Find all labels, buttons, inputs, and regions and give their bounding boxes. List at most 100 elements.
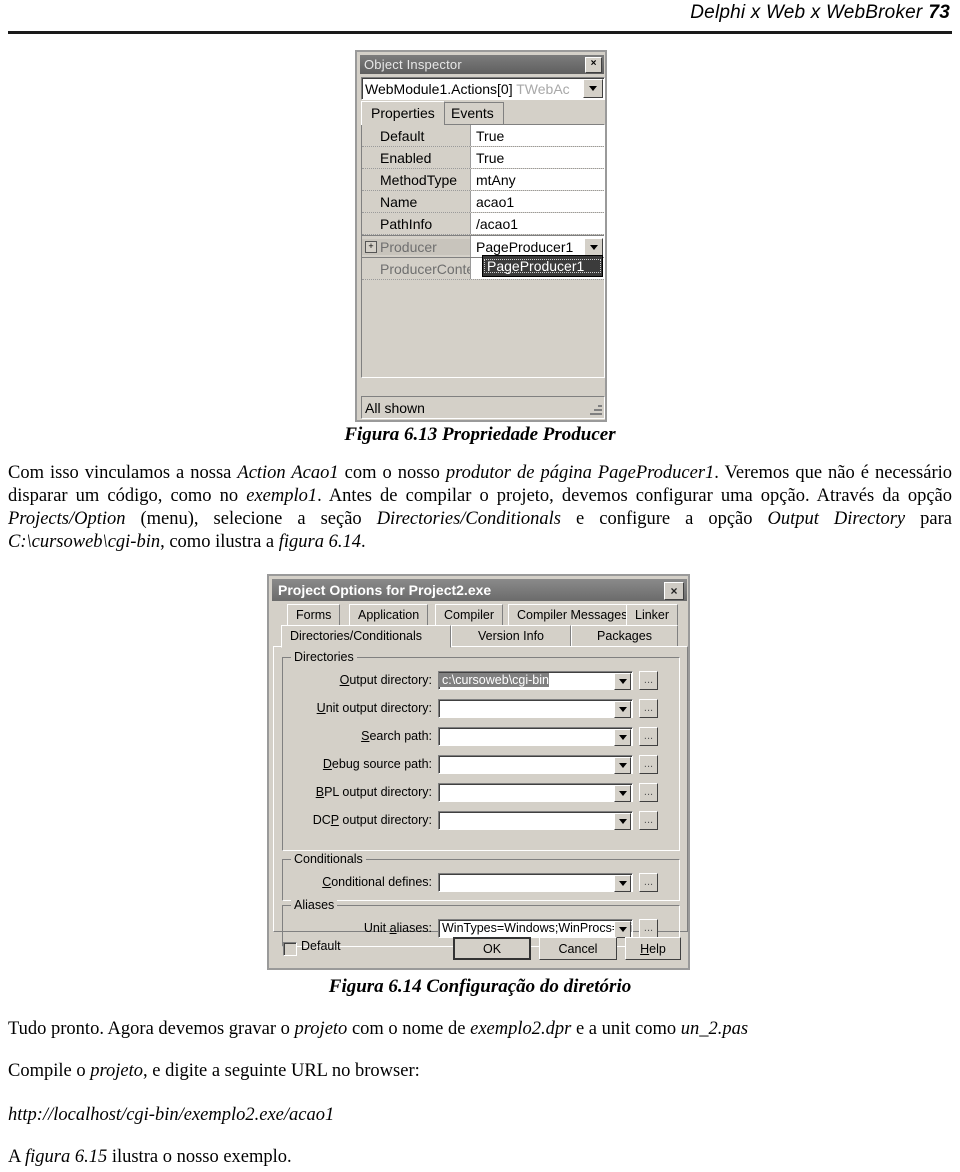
property-name: ProducerConte <box>380 260 470 277</box>
table-row[interactable]: Name acao1 <box>362 191 604 213</box>
tab-packages[interactable]: Packages <box>571 625 678 646</box>
text-segment: Tudo pronto. Agora devemos gravar o <box>8 1019 295 1039</box>
cancel-button[interactable]: Cancel <box>539 937 617 960</box>
property-name: Name <box>380 193 418 210</box>
object-selector-combo[interactable]: WebModule1.Actions[0] TWebAc <box>361 77 605 100</box>
unit-output-directory-label: Unit output directory: <box>316 701 432 715</box>
table-row[interactable]: MethodType mtAny <box>362 169 604 191</box>
conditional-defines-browse-button[interactable]: ... <box>639 872 658 892</box>
dcp-output-directory-browse-button[interactable]: ... <box>639 810 658 830</box>
property-value[interactable]: True <box>470 125 604 146</box>
text-segment: Com isso vinculamos a nossa <box>8 463 238 483</box>
resize-grip-icon[interactable] <box>588 402 602 416</box>
bpl-output-directory-label: BPL output directory: <box>315 785 432 799</box>
table-row[interactable]: Default True <box>362 125 604 147</box>
text-segment: C:\cursoweb\cgi-bin <box>8 532 161 552</box>
tab-events[interactable]: Events <box>441 102 504 125</box>
property-name: Producer <box>362 238 470 255</box>
text-segment: figura 6.15 <box>24 1147 108 1167</box>
chevron-down-icon[interactable] <box>614 812 631 830</box>
tab-linker[interactable]: Linker <box>626 604 679 625</box>
dialog-tab-strip: Forms Application Compiler Compiler Mess… <box>273 604 686 648</box>
dcp-output-directory-label: DCP output directory: <box>312 813 432 827</box>
property-value[interactable]: acao1 <box>470 191 604 212</box>
text-segment: Output Directory <box>767 509 906 529</box>
dialog-footer: Default OK Cancel Help <box>273 934 686 966</box>
chevron-down-icon[interactable] <box>614 756 631 774</box>
tab-compiler-messages[interactable]: Compiler Messages <box>508 604 637 625</box>
group-conditionals: Conditionals Conditional defines: ... <box>282 852 680 901</box>
debug-source-path-browse-button[interactable]: ... <box>639 754 658 774</box>
running-head: Delphi x Web x WebBroker 73 <box>690 2 950 24</box>
chevron-down-icon[interactable] <box>614 784 631 802</box>
property-name: Default <box>380 127 425 144</box>
property-name: Enabled <box>380 149 432 166</box>
figure-614-caption: Figura 6.14 Configuração do diretório <box>328 976 632 997</box>
text-segment: exemplo2.dpr <box>470 1019 572 1039</box>
tab-version-info[interactable]: Version Info <box>451 625 571 646</box>
property-grid: Default True Enabled True MethodType mtA… <box>361 124 605 378</box>
dcp-output-directory-combo[interactable] <box>438 810 633 830</box>
close-icon[interactable]: × <box>585 57 602 73</box>
chevron-down-icon[interactable] <box>584 238 603 256</box>
output-directory-combo[interactable]: c:\cursoweb\cgi-bin <box>438 670 633 690</box>
bpl-output-directory-combo[interactable] <box>438 782 633 802</box>
chevron-down-icon[interactable] <box>583 79 603 98</box>
paragraph-1: Com isso vinculamos a nossa Action Acao1… <box>8 462 952 554</box>
default-checkbox[interactable] <box>283 942 297 956</box>
unit-output-directory-combo[interactable] <box>438 698 633 718</box>
conditional-defines-label: Conditional defines: <box>322 875 432 889</box>
chevron-down-icon[interactable] <box>614 728 631 746</box>
tab-forms[interactable]: Forms <box>287 604 341 625</box>
producer-dropdown-list[interactable]: PageProducer1 <box>482 255 603 277</box>
object-selector-class: TWebAc <box>516 80 570 97</box>
tab-compiler[interactable]: Compiler <box>435 604 504 625</box>
text-segment: projeto <box>90 1061 143 1081</box>
group-conditionals-label: Conditionals <box>291 852 366 866</box>
text-segment: com o nome de <box>347 1019 471 1039</box>
text-segment: com o nosso <box>338 463 446 483</box>
tab-application[interactable]: Application <box>349 604 429 625</box>
help-button[interactable]: Help <box>625 937 681 960</box>
project-options-dialog: Project Options for Project2.exe × Forms… <box>267 574 690 970</box>
unit-aliases-label: Unit aliases: <box>363 921 432 935</box>
dialog-body: Directories Output directory: c:\cursowe… <box>273 646 688 947</box>
tab-directories-conditionals[interactable]: Directories/Conditionals <box>281 625 451 648</box>
search-path-combo[interactable] <box>438 726 633 746</box>
object-selector-object: WebModule1.Actions[0] <box>365 80 513 97</box>
property-name: MethodType <box>380 171 458 188</box>
text-segment: projeto <box>294 1019 348 1039</box>
property-value[interactable]: /acao1 <box>470 213 604 234</box>
text-segment: , como ilustra a <box>160 532 279 552</box>
conditional-defines-combo[interactable] <box>438 872 633 892</box>
unit-output-directory-browse-button[interactable]: ... <box>639 698 658 718</box>
close-icon[interactable]: × <box>664 582 684 600</box>
group-directories-label: Directories <box>291 650 357 664</box>
bpl-output-directory-browse-button[interactable]: ... <box>639 782 658 802</box>
ok-button[interactable]: OK <box>453 937 531 960</box>
property-value[interactable]: mtAny <box>470 169 604 190</box>
list-item[interactable]: PageProducer1 <box>483 258 602 274</box>
status-text: All shown <box>365 399 425 416</box>
text-segment: un_2.pas <box>680 1019 749 1039</box>
chevron-down-icon[interactable] <box>614 672 631 690</box>
expand-icon[interactable]: + <box>365 241 377 253</box>
debug-source-path-combo[interactable] <box>438 754 633 774</box>
chevron-down-icon[interactable] <box>614 874 631 892</box>
text-segment: ilustra o nosso exemplo. <box>107 1147 292 1167</box>
text-segment: A <box>8 1147 25 1167</box>
property-value[interactable]: True <box>470 147 604 168</box>
text-segment: Action Acao1 <box>237 463 339 483</box>
text-segment: (menu), selecione a seção <box>125 509 377 529</box>
table-row[interactable]: PathInfo /acao1 <box>362 213 604 235</box>
table-row[interactable]: Enabled True <box>362 147 604 169</box>
tab-properties[interactable]: Properties <box>361 101 445 125</box>
output-directory-browse-button[interactable]: ... <box>639 670 658 690</box>
search-path-browse-button[interactable]: ... <box>639 726 658 746</box>
chevron-down-icon[interactable] <box>614 700 631 718</box>
object-inspector-title: Object Inspector <box>364 57 462 72</box>
object-inspector-window: Object Inspector × WebModule1.Actions[0]… <box>355 50 607 422</box>
project-options-titlebar: Project Options for Project2.exe × <box>272 579 687 601</box>
debug-source-path-label: Debug source path: <box>322 757 432 771</box>
output-directory-value: c:\cursoweb\cgi-bin <box>439 673 549 687</box>
